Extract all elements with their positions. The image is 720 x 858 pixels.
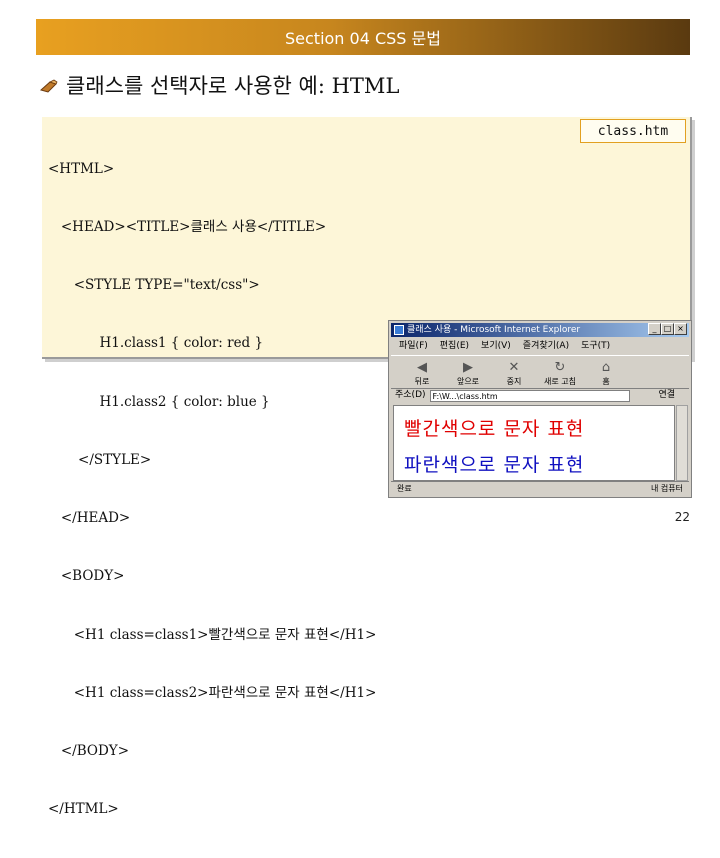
browser-window-screenshot: 클래스 사용 - Microsoft Internet Explorer _ □… [388, 320, 692, 498]
address-input[interactable]: F:\W...\class.htm [429, 389, 630, 402]
maximize-icon[interactable]: □ [661, 323, 674, 335]
refresh-icon: ↻ [554, 360, 566, 375]
slide-heading: 클래스를 선택자로 사용한 예: HTML [39, 70, 400, 100]
code-line: </HTML> [48, 801, 119, 818]
code-line: H1.class2 { color: blue } [48, 393, 270, 410]
blue-heading: 파란색으로 문자 표현 [404, 454, 585, 476]
vertical-scrollbar[interactable] [676, 405, 688, 481]
stop-icon: ✕ [508, 360, 520, 375]
stop-button[interactable]: ✕ 중지 [491, 358, 537, 388]
code-line: H1.class1 { color: red } [48, 335, 264, 352]
status-text: 완료 [397, 484, 412, 493]
code-line: <HEAD><TITLE>클래스 사용</TITLE> [48, 219, 327, 236]
code-line: <H1 class=class1>빨간색으로 문자 표현</H1> [48, 626, 377, 643]
browser-title: 클래스 사용 - Microsoft Internet Explorer [407, 325, 581, 335]
browser-toolbar: ◀ 뒤로 ▶ 앞으로 ✕ 중지 ↻ 새로 고침 ⌂ 홈 [391, 355, 689, 389]
code-line: </BODY> [48, 743, 130, 759]
code-line: </STYLE> [48, 451, 152, 468]
zone-text: 내 컴퓨터 [651, 484, 683, 493]
filename-label: class.htm [580, 119, 686, 143]
home-icon: ⌂ [601, 360, 611, 375]
forward-arrow-icon: ▶ [463, 360, 473, 375]
bullet-icon [39, 78, 58, 93]
close-icon[interactable]: × [674, 323, 687, 335]
browser-status-bar: 완료 내 컴퓨터 [391, 481, 689, 495]
address-label: 주소(D) [395, 390, 426, 400]
menu-item-view[interactable]: 보기(V) [481, 339, 511, 354]
page-number: 22 [674, 510, 690, 524]
ie-icon [394, 325, 404, 335]
links-label[interactable]: 연결 [658, 388, 689, 403]
menu-item-edit[interactable]: 편집(E) [440, 339, 469, 354]
menu-item-file[interactable]: 파일(F) [399, 339, 428, 354]
code-line: <STYLE TYPE="text/css"> [48, 277, 260, 294]
red-heading: 빨간색으로 문자 표현 [404, 418, 585, 440]
browser-menu-bar: 파일(F) 편집(E) 보기(V) 즐겨찾기(A) 도구(T) [391, 339, 689, 354]
code-line: </HEAD> [48, 510, 131, 527]
code-line: <HTML> [48, 160, 115, 177]
code-line: <BODY> [48, 568, 125, 585]
back-button[interactable]: ◀ 뒤로 [399, 358, 445, 388]
browser-address-bar: 주소(D) F:\W...\class.htm 연결 [391, 388, 689, 403]
refresh-button[interactable]: ↻ 새로 고침 [537, 358, 583, 388]
home-button[interactable]: ⌂ 홈 [583, 358, 629, 388]
slide-title: Section 04 CSS 문법 [285, 29, 441, 48]
forward-button[interactable]: ▶ 앞으로 [445, 358, 491, 388]
browser-content-area: 빨간색으로 문자 표현 파란색으로 문자 표현 [393, 405, 675, 481]
code-listing: <HTML> <HEAD><TITLE>클래스 사용</TITLE> <STYL… [48, 121, 376, 858]
browser-title-bar: 클래스 사용 - Microsoft Internet Explorer [391, 323, 689, 337]
heading-text: 클래스를 선택자로 사용한 예: HTML [66, 74, 400, 98]
menu-item-favorites[interactable]: 즐겨찾기(A) [523, 339, 569, 354]
menu-item-tools[interactable]: 도구(T) [581, 339, 610, 354]
code-line: <H1 class=class2>파란색으로 문자 표현</H1> [48, 684, 377, 701]
back-arrow-icon: ◀ [417, 360, 427, 375]
slide-header-bar: Section 04 CSS 문법 [36, 19, 690, 55]
minimize-icon[interactable]: _ [648, 323, 661, 335]
